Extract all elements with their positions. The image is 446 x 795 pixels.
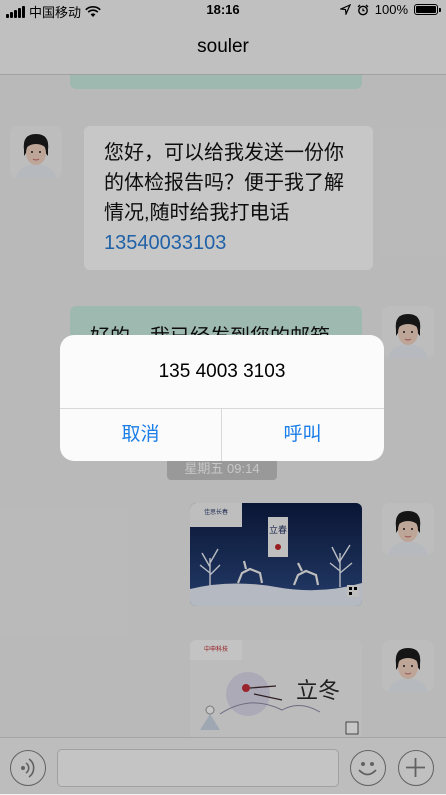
alert-phone-number: 135 4003 3103: [158, 361, 286, 382]
cancel-button[interactable]: 取消: [60, 409, 221, 461]
call-button[interactable]: 呼叫: [222, 409, 383, 461]
call-alert: 135 4003 3103 取消 呼叫: [60, 335, 384, 461]
